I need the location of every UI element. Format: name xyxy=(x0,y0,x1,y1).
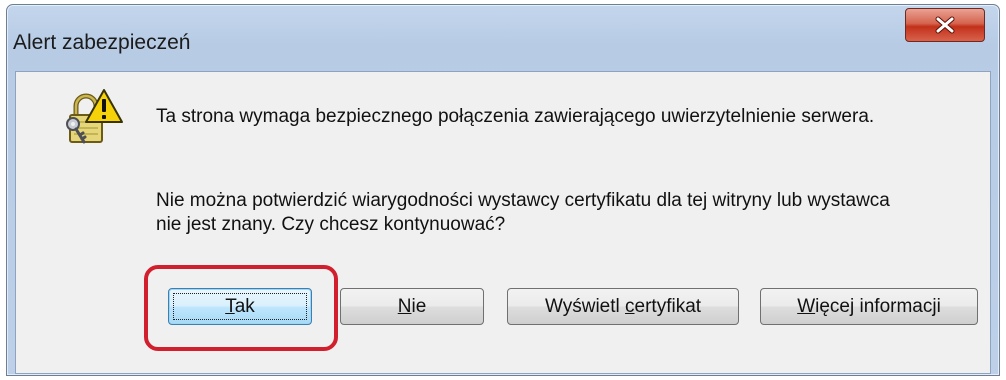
window-title: Alert zabezpieczeń xyxy=(13,31,191,54)
more-info-button-label: Więcej informacji xyxy=(797,295,941,317)
highlight-annotation xyxy=(144,265,338,351)
message-primary: Ta strona wymaga bezpiecznego połączenia… xyxy=(156,106,875,127)
dialog-content: Ta strona wymaga bezpiecznego połączenia… xyxy=(15,71,991,374)
no-button-label: Nie xyxy=(397,295,427,317)
view-certificate-button[interactable]: Wyświetl certyfikat xyxy=(507,288,739,325)
view-certificate-button-label: Wyświetl certyfikat xyxy=(544,295,702,317)
close-button[interactable] xyxy=(905,8,985,42)
message-secondary-line2: nie jest znany. Czy chcesz kontynuować? xyxy=(156,214,506,235)
message-secondary-line1: Nie można potwierdzić wiarygodności wyst… xyxy=(156,190,890,211)
security-alert-dialog: Alert zabezpieczeń Ta strona wymaga bezp… xyxy=(6,4,1000,376)
no-button[interactable]: Nie xyxy=(340,288,484,325)
lock-key-warning-icon xyxy=(66,89,123,144)
more-info-button[interactable]: Więcej informacji xyxy=(760,288,978,325)
close-x-icon xyxy=(935,16,955,34)
